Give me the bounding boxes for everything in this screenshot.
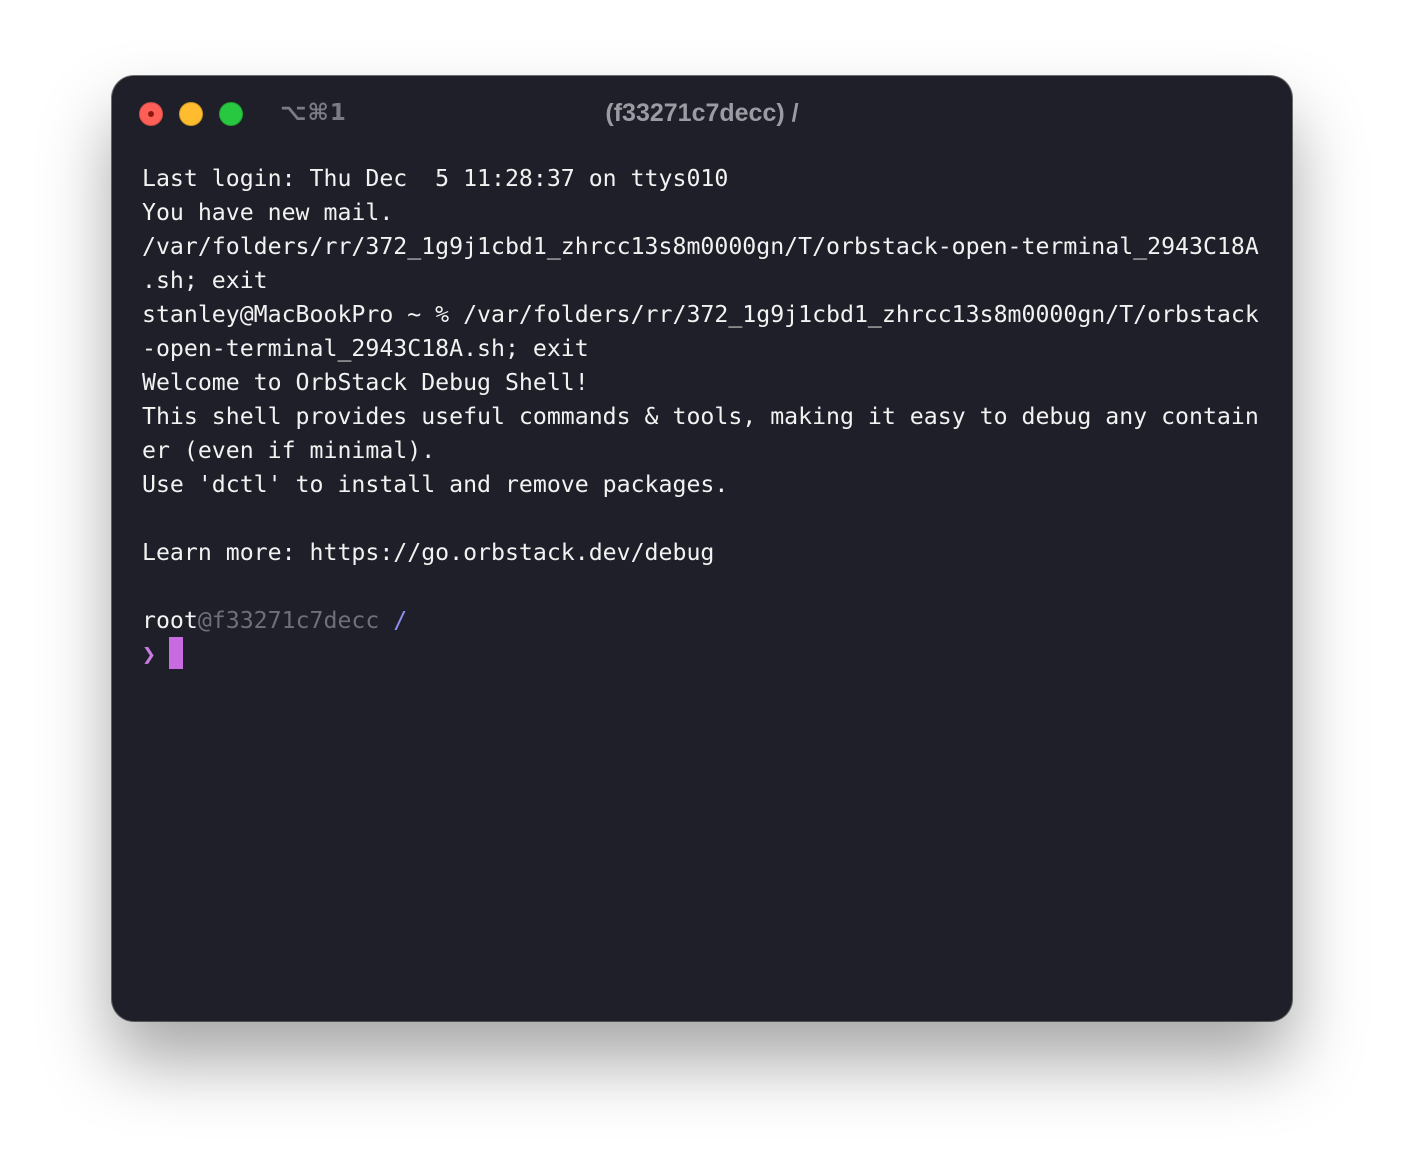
terminal-output[interactable]: Last login: Thu Dec 5 11:28:37 on ttys01… xyxy=(142,162,1267,672)
title-bar[interactable]: ⌥⌘1 (f33271c7decc) / xyxy=(112,76,1292,152)
output-line: Last login: Thu Dec 5 11:28:37 on ttys01… xyxy=(142,165,729,192)
prompt-host: @f33271c7decc xyxy=(197,607,380,634)
output-line: Welcome to OrbStack Debug Shell! xyxy=(142,369,589,396)
output-line: er (even if minimal). xyxy=(142,437,436,464)
prompt-line: root@f33271c7decc / xyxy=(142,604,1267,638)
output-line: Use 'dctl' to install and remove package… xyxy=(142,471,729,498)
output-line: This shell provides useful commands & to… xyxy=(142,403,1259,430)
output-line: .sh; exit xyxy=(142,267,268,294)
prompt-chevron-icon: ❯ xyxy=(142,641,156,668)
window-title: (f33271c7decc) / xyxy=(605,99,799,127)
output-line: Learn more: https://go.orbstack.dev/debu… xyxy=(142,539,715,566)
prompt-user: root xyxy=(142,607,198,634)
terminal-window: ⌥⌘1 (f33271c7decc) / Last login: Thu Dec… xyxy=(112,76,1292,1021)
output-line: You have new mail. xyxy=(142,199,394,226)
command-input-line[interactable]: ❯ xyxy=(142,636,1267,672)
output-line: -open-terminal_2943C18A.sh; exit xyxy=(142,335,589,362)
output-line: stanley@MacBookPro ~ % /var/folders/rr/3… xyxy=(142,301,1259,328)
text-cursor xyxy=(168,636,183,669)
prompt-path: / xyxy=(379,607,408,634)
output-line: /var/folders/rr/372_1g9j1cbd1_zhrcc13s8m… xyxy=(142,233,1259,260)
